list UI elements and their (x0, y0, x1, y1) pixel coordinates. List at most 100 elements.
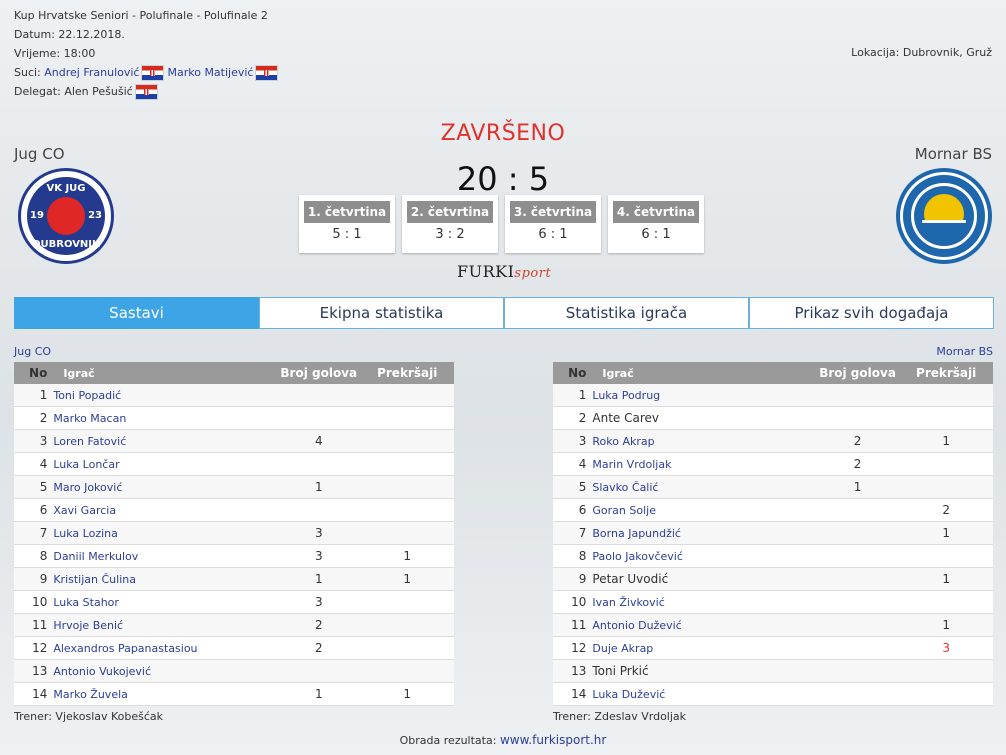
player-fouls (899, 452, 993, 476)
player-name-cell: Luka Dužević (592, 682, 816, 706)
tab-statistika-igraca[interactable]: Statistika igrača (504, 297, 749, 329)
player-goals (815, 682, 900, 706)
player-number: 14 (553, 682, 593, 706)
player-goals (815, 636, 900, 660)
player-name-link[interactable]: Ivan Živković (592, 596, 664, 609)
player-fouls (360, 429, 454, 453)
player-goals: 1 (815, 475, 900, 499)
player-name-link[interactable]: Petar Uvodić (592, 572, 668, 586)
player-name-link[interactable]: Borna Japundžić (592, 527, 681, 540)
quarter-score: 5 : 1 (332, 227, 362, 242)
player-name-link[interactable]: Marin Vrdoljak (592, 458, 671, 471)
player-number: 9 (14, 567, 54, 591)
table-row: 2 Ante Carev (553, 406, 993, 430)
player-goals (815, 567, 900, 591)
competition-label: Kup Hrvatske Seniori - Polufinale - Polu… (14, 9, 268, 22)
quarter-scores: 1. četvrtina 5 : 1 2. četvrtina 3 : 2 3.… (299, 195, 704, 253)
player-number: 11 (14, 613, 54, 637)
player-fouls (360, 590, 454, 614)
tab-prikaz-dogadaja[interactable]: Prikaz svih događaja (749, 297, 994, 329)
player-name-link[interactable]: Daniil Merkulov (53, 550, 138, 563)
player-name-link[interactable]: Kristijan Čulina (53, 573, 136, 586)
referee-2-link[interactable]: Marko Matijević (167, 63, 253, 82)
furkisport-link[interactable]: www.furkisport.hr (500, 733, 606, 747)
quarter-score: 6 : 1 (538, 227, 568, 242)
player-number: 12 (553, 636, 593, 660)
table-row: 8 Daniil Merkulov 3 1 (14, 544, 454, 568)
player-name-cell: Luka Lozina (53, 521, 278, 545)
player-fouls (899, 384, 993, 407)
player-goals: 2 (277, 636, 361, 660)
player-name-link[interactable]: Maro Joković (53, 481, 122, 494)
player-name-link[interactable]: Hrvoje Benić (53, 619, 123, 632)
player-name-link[interactable]: Antonio Vukojević (53, 665, 151, 678)
player-name-link[interactable]: Roko Akrap (592, 435, 654, 448)
table-row: 11 Hrvoje Benić 2 (14, 613, 454, 637)
referees-label: Suci: (14, 66, 41, 79)
column-header-player: Igrač (592, 362, 816, 384)
table-row: 12 Alexandros Papanastasiou 2 (14, 636, 454, 660)
player-name-cell: Kristijan Čulina (53, 567, 278, 591)
player-name-link[interactable]: Antonio Dužević (592, 619, 681, 632)
quarter-label: 2. četvrtina (407, 201, 493, 223)
player-name-link[interactable]: Luka Dužević (592, 688, 665, 701)
player-goals (815, 590, 900, 614)
player-name-cell: Alexandros Papanastasiou (53, 636, 278, 660)
player-number: 2 (14, 406, 54, 430)
tab-ekipna-statistika[interactable]: Ekipna statistika (259, 297, 504, 329)
player-name-link[interactable]: Marko Žuvela (53, 688, 128, 701)
player-name-link[interactable]: Toni Prkić (592, 664, 648, 678)
away-roster-title: Mornar BS (936, 345, 993, 358)
table-row: 6 Goran Solje 2 (553, 498, 993, 522)
tab-sastavi[interactable]: Sastavi (14, 297, 259, 329)
column-header-fouls: Prekršaji (360, 362, 454, 384)
player-name-link[interactable]: Duje Akrap (592, 642, 653, 655)
table-row: 1 Luka Podrug (553, 384, 993, 407)
player-name-link[interactable]: Ante Carev (592, 411, 659, 425)
table-row: 4 Luka Lončar (14, 452, 454, 476)
quarter-score: 6 : 1 (641, 227, 671, 242)
quarter-box: 3. četvrtina 6 : 1 (505, 195, 601, 253)
player-fouls: 1 (899, 521, 993, 545)
player-name-link[interactable]: Paolo Jakovčević (592, 550, 683, 563)
table-row: 2 Marko Macan (14, 406, 454, 430)
player-name-cell: Borna Japundžić (592, 521, 816, 545)
player-number: 8 (553, 544, 593, 568)
away-roster-table: No Igrač Broj golova Prekršaji 1 Luka Pod… (553, 362, 993, 706)
table-row: 5 Maro Joković 1 (14, 475, 454, 499)
player-number: 11 (553, 613, 593, 637)
player-goals: 1 (277, 682, 361, 706)
player-name-link[interactable]: Luka Stahor (53, 596, 119, 609)
player-name-link[interactable]: Luka Lozina (53, 527, 118, 540)
player-name-link[interactable]: Luka Lončar (53, 458, 119, 471)
player-name-cell: Ante Carev (592, 406, 816, 430)
table-header-row: No Igrač Broj golova Prekršaji (553, 362, 993, 384)
player-name-link[interactable]: Goran Solje (592, 504, 656, 517)
player-name-link[interactable]: Toni Popadić (53, 389, 121, 402)
player-name-link[interactable]: Xavi Garcia (53, 504, 116, 517)
match-info: Kup Hrvatske Seniori - Polufinale - Polu… (14, 6, 281, 101)
player-number: 5 (14, 475, 54, 499)
player-goals (815, 498, 900, 522)
away-roster: Mornar BS No Igrač Broj golova Prekršaji… (553, 341, 993, 723)
player-name-link[interactable]: Luka Podrug (592, 389, 660, 402)
player-goals (277, 498, 361, 522)
player-name-cell: Antonio Dužević (592, 613, 816, 637)
player-name-cell: Antonio Vukojević (53, 659, 278, 683)
referee-1-link[interactable]: Andrej Franulović (44, 63, 139, 82)
player-goals (815, 384, 900, 407)
table-row: 13 Antonio Vukojević (14, 659, 454, 683)
player-name-link[interactable]: Loren Fatović (53, 435, 126, 448)
player-fouls (899, 406, 993, 430)
player-name-link[interactable]: Marko Macan (53, 412, 126, 425)
player-fouls (360, 384, 454, 407)
player-goals: 4 (277, 429, 361, 453)
table-row: 14 Luka Dužević (553, 682, 993, 706)
player-goals (277, 384, 361, 407)
player-name-cell: Marko Žuvela (53, 682, 278, 706)
player-name-link[interactable]: Slavko Čalić (592, 481, 658, 494)
player-number: 13 (553, 659, 593, 683)
player-fouls: 3 (899, 636, 993, 660)
player-name-link[interactable]: Alexandros Papanastasiou (53, 642, 197, 655)
home-roster-table: No Igrač Broj golova Prekršaji 1 Toni Pop… (14, 362, 454, 706)
